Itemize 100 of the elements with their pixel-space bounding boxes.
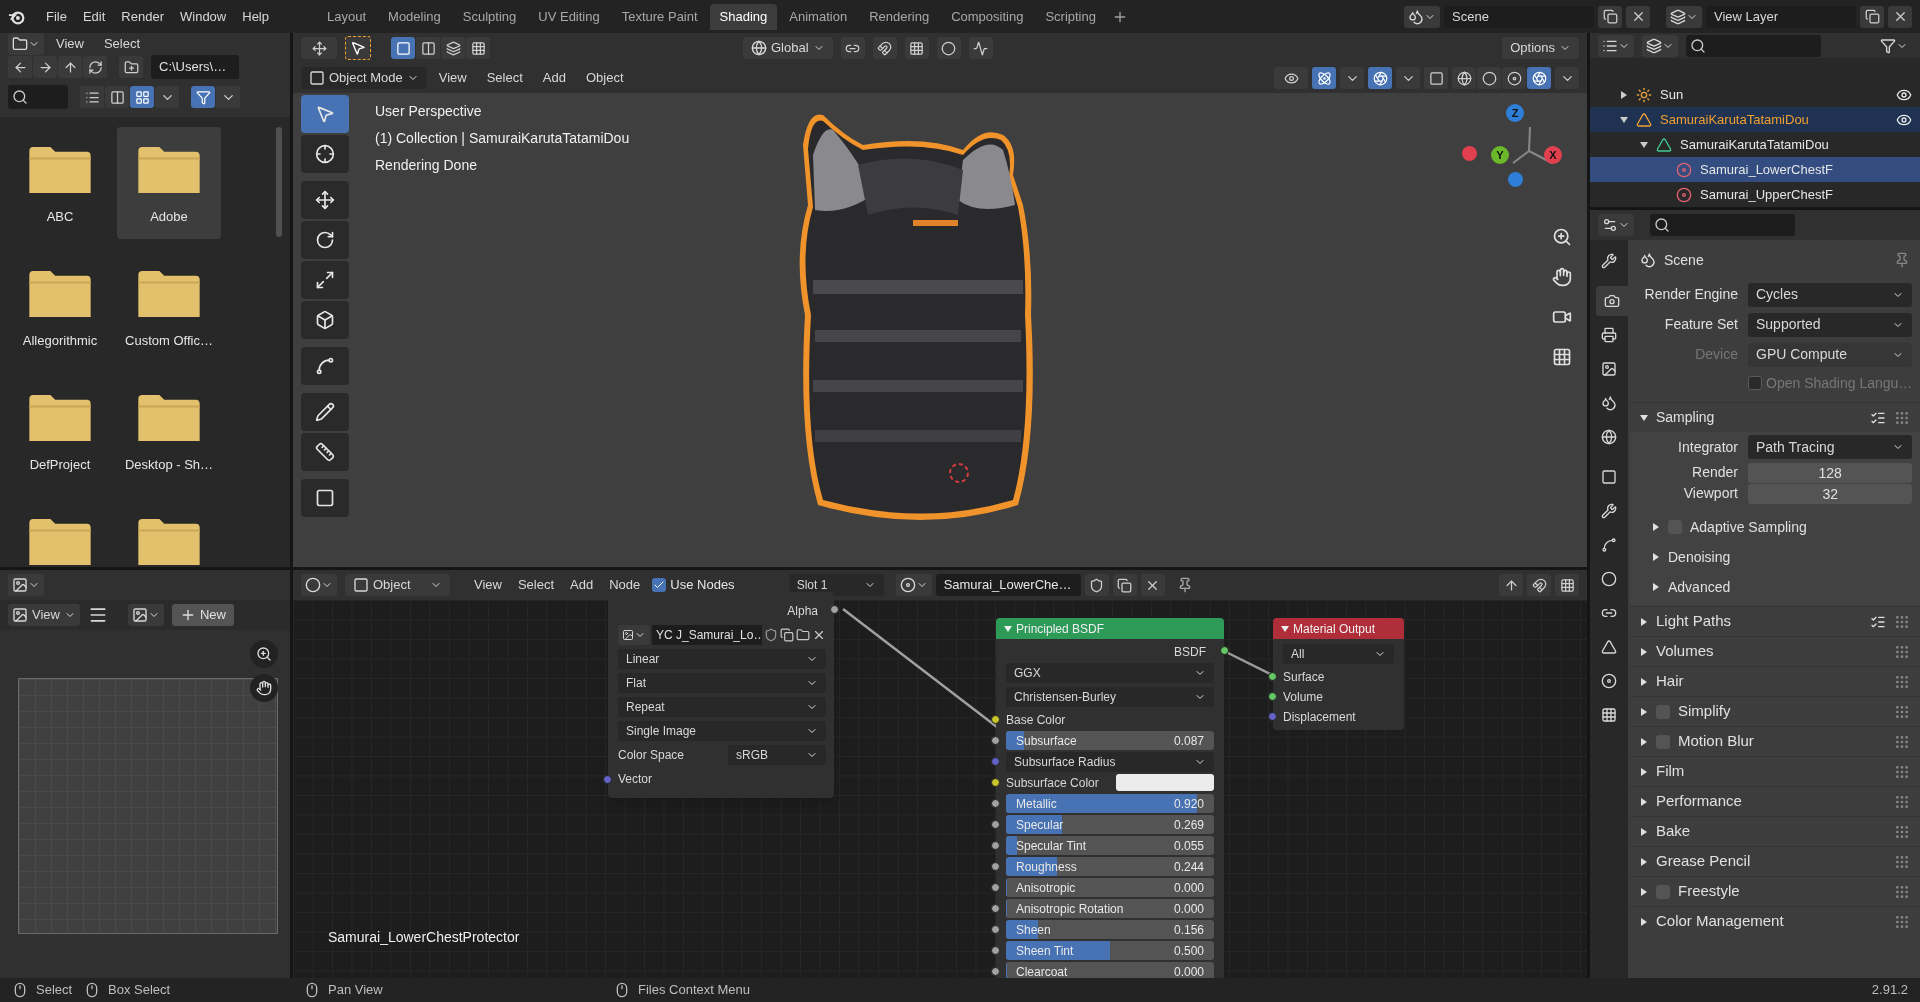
menu-item[interactable]: View xyxy=(466,574,510,596)
folder-item[interactable]: DefProject xyxy=(8,375,112,487)
folder-item[interactable]: Adobe xyxy=(117,127,221,239)
node-dropdown[interactable]: Linear xyxy=(618,649,826,669)
menu-item[interactable]: File xyxy=(38,5,75,28)
node-dropdown[interactable]: Single Image xyxy=(618,721,826,741)
folder-item[interactable]: Desktop - Sh… xyxy=(117,375,221,487)
use-nodes-checkbox[interactable]: Use Nodes xyxy=(652,575,735,595)
property-dropdown[interactable]: Cycles xyxy=(1748,282,1913,307)
menu-item[interactable]: Help xyxy=(234,5,277,28)
property-dropdown[interactable]: Supported xyxy=(1748,312,1913,337)
workspace-tab[interactable]: UV Editing xyxy=(528,3,610,30)
value-slider[interactable]: Specular Tint 0.055 xyxy=(1006,836,1214,855)
number-field[interactable]: 128 xyxy=(1748,462,1913,483)
field-label: Render xyxy=(1691,463,1739,482)
menu-item[interactable]: View xyxy=(48,33,92,55)
orientation-dropdown[interactable]: Global xyxy=(743,37,833,59)
workspace-tab[interactable]: Shading xyxy=(709,3,778,30)
node-dropdown[interactable]: Repeat xyxy=(618,697,826,717)
field-label: Integrator xyxy=(1677,437,1739,457)
status-hint: Box Select xyxy=(108,981,171,1000)
panel-header[interactable]: Performance xyxy=(1630,786,1920,816)
outliner-row[interactable]: Samurai_UpperChestF xyxy=(1590,182,1920,207)
menu-item[interactable]: Render xyxy=(113,5,172,28)
socket-label: Volume xyxy=(1283,689,1324,706)
socket-label: BSDF xyxy=(1174,644,1206,661)
value-slider[interactable]: Sheen Tint 0.500 xyxy=(1006,941,1214,960)
workspace-tab[interactable]: Layout xyxy=(317,3,377,30)
panel-header[interactable]: Color Management xyxy=(1630,906,1920,936)
workspace-tab[interactable]: Texture Paint xyxy=(611,3,708,30)
number-field[interactable]: 32 xyxy=(1748,483,1913,504)
slot-dropdown[interactable]: Slot 1 xyxy=(788,574,884,596)
scene-name-field[interactable]: Scene xyxy=(1444,5,1594,28)
field-label: Render Engine xyxy=(1643,285,1739,304)
menu-item[interactable]: Select xyxy=(478,67,531,89)
workspace-tab[interactable]: Animation xyxy=(779,3,858,30)
subpanel-header[interactable]: Denoising xyxy=(1630,542,1913,572)
menu-item[interactable]: View xyxy=(430,67,475,89)
workspace-tab[interactable]: Scripting xyxy=(1035,3,1106,30)
menu-item[interactable]: Window xyxy=(172,5,235,28)
shader-type-dropdown[interactable]: Object xyxy=(345,574,450,596)
integrator-dropdown[interactable]: Path Tracing xyxy=(1748,435,1913,459)
menu-item[interactable]: Node xyxy=(601,574,649,596)
outliner-row[interactable]: Samurai_LowerChestF xyxy=(1590,157,1920,182)
socket-label: Base Color xyxy=(1006,711,1066,729)
panel-header[interactable]: Film xyxy=(1630,756,1920,786)
workspace-tab[interactable]: Modeling xyxy=(378,3,451,30)
outliner-row[interactable]: SamuraiKarutaTatamiDou xyxy=(1590,132,1920,157)
status-hint: Files Context Menu xyxy=(638,981,750,1000)
panel-header[interactable]: Grease Pencil xyxy=(1630,846,1920,876)
panel-header[interactable]: Motion Blur xyxy=(1630,726,1920,756)
menu-item[interactable]: Edit xyxy=(74,5,114,28)
socket-label: Vector xyxy=(618,771,654,788)
version-label: 2.91.2 xyxy=(1871,981,1908,1000)
view-dropdown[interactable]: View xyxy=(8,604,80,626)
menu-item[interactable]: Select xyxy=(95,33,149,55)
subpanel-header[interactable]: Advanced xyxy=(1630,572,1913,602)
panel-header[interactable]: Hair xyxy=(1630,666,1920,696)
panel-header[interactable]: Freestyle xyxy=(1630,876,1920,906)
workspace-tab[interactable]: Rendering xyxy=(859,3,940,30)
folder-item[interactable]: Allegorithmic xyxy=(8,251,112,363)
panel-header[interactable]: Bake xyxy=(1630,816,1920,846)
subpanel-header[interactable]: Adaptive Sampling xyxy=(1630,512,1913,542)
new-image-button[interactable]: New xyxy=(171,604,234,626)
value-slider[interactable]: Anisotropic Rotation 0.000 xyxy=(1006,899,1214,918)
menu-item[interactable]: Add xyxy=(534,67,574,89)
panel-header[interactable]: Light Paths xyxy=(1630,606,1920,636)
color-space-dropdown[interactable]: sRGB xyxy=(728,745,826,765)
node-dropdown[interactable]: Subsurface Radius xyxy=(1006,751,1214,772)
workspace-tab[interactable]: Compositing xyxy=(941,3,1034,30)
image-name-field[interactable]: YC J_Samurai_Lo… xyxy=(652,625,762,645)
field-label: Color Space xyxy=(618,747,686,764)
node-title: Principled BSDF xyxy=(1016,620,1105,638)
value-slider[interactable]: Anisotropic 0.000 xyxy=(1006,878,1214,897)
field-label: Feature Set xyxy=(1663,315,1739,334)
panel-header[interactable]: Volumes xyxy=(1630,636,1920,666)
node-dropdown[interactable]: Flat xyxy=(618,673,826,693)
path-field[interactable]: C:\Users\… xyxy=(151,55,239,79)
outliner-row[interactable]: Sun xyxy=(1590,82,1920,107)
menu-item[interactable]: Object xyxy=(577,67,632,89)
node-dropdown[interactable]: Christensen-Burley xyxy=(1006,687,1214,707)
folder-item[interactable]: Custom Offic… xyxy=(117,251,221,363)
view-layer-field[interactable]: View Layer xyxy=(1706,5,1856,28)
menu-item[interactable]: Select xyxy=(509,574,563,596)
viewport-info-text: Rendering Done xyxy=(375,156,478,175)
value-slider[interactable]: Clearcoat 0.000 xyxy=(1006,962,1214,978)
node-dropdown[interactable]: All xyxy=(1283,644,1394,664)
mode-dropdown[interactable]: Object Mode xyxy=(301,67,427,89)
axis-label: X xyxy=(1544,146,1562,164)
node-dropdown[interactable]: GGX xyxy=(1006,663,1214,683)
workspace-tab[interactable]: Sculpting xyxy=(452,3,527,30)
folder-item[interactable]: ABC xyxy=(8,127,112,239)
menu-item[interactable]: Add xyxy=(562,574,602,596)
viewport-info-text: (1) Collection | SamuraiKarutaTatamiDou xyxy=(375,129,630,148)
panel-header[interactable]: Simplify xyxy=(1630,696,1920,726)
status-hint: Select xyxy=(36,981,73,1000)
outliner-row[interactable]: SamuraiKarutaTatamiDou xyxy=(1590,107,1920,132)
options-dropdown[interactable]: Options xyxy=(1502,37,1579,59)
material-name-field[interactable]: Samurai_LowerChe… xyxy=(935,574,1081,596)
socket-label: Surface xyxy=(1283,669,1325,686)
